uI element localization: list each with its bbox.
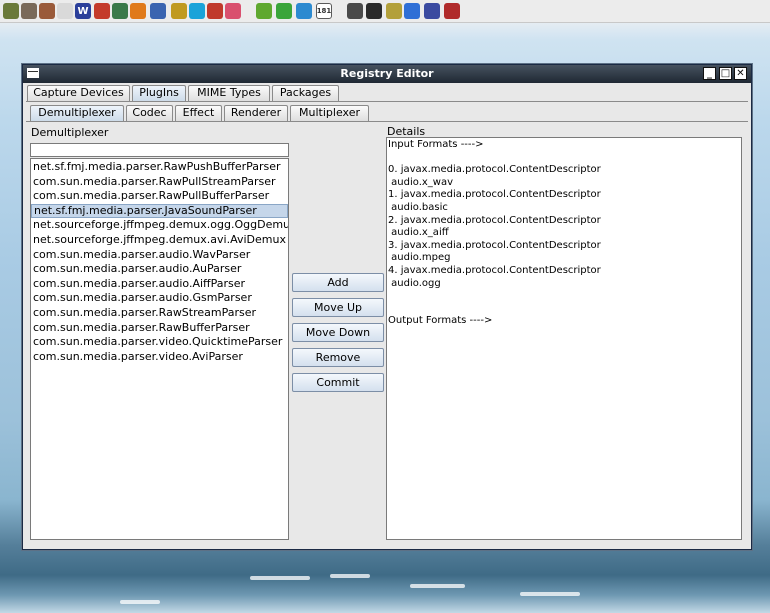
- tab-mime-types[interactable]: MIME Types: [188, 85, 270, 101]
- mail-icon[interactable]: [94, 3, 110, 19]
- skype-icon[interactable]: [189, 3, 205, 19]
- plugin-subtabs: Demultiplexer Codec Effect Renderer Mult…: [27, 105, 747, 121]
- details-line: Output Formats ---->: [388, 315, 493, 327]
- registry-editor-window: Registry Editor _ □ ✕ Capture Devices Pl…: [22, 64, 752, 550]
- text-editor-icon[interactable]: [21, 3, 37, 19]
- demultiplexer-heading: Demultiplexer: [31, 126, 109, 139]
- wave-decoration: [120, 600, 160, 604]
- thunderbird-icon[interactable]: [150, 3, 166, 19]
- lock-icon[interactable]: [347, 3, 363, 19]
- list-item[interactable]: com.sun.media.parser.RawStreamParser: [31, 306, 288, 321]
- close-button[interactable]: ✕: [734, 67, 747, 80]
- details-line: 0. javax.media.protocol.ContentDescripto…: [388, 164, 601, 176]
- tab-codec[interactable]: Codec: [126, 105, 173, 121]
- list-item[interactable]: net.sourceforge.jffmpeg.demux.avi.AviDem…: [31, 233, 288, 248]
- wave-decoration: [410, 584, 465, 588]
- remove-button[interactable]: Remove: [292, 348, 384, 367]
- music-icon[interactable]: [256, 3, 272, 19]
- tab-effect[interactable]: Effect: [175, 105, 222, 121]
- list-item[interactable]: net.sf.fmj.media.parser.JavaSoundParser: [31, 203, 288, 219]
- list-item[interactable]: com.sun.media.parser.video.QuicktimePars…: [31, 335, 288, 350]
- details-line: 3. javax.media.protocol.ContentDescripto…: [388, 239, 601, 251]
- browser-icon[interactable]: [296, 3, 312, 19]
- cd-icon[interactable]: [57, 3, 73, 19]
- taskbar: W 181: [0, 0, 770, 23]
- tab-renderer[interactable]: Renderer: [224, 105, 288, 121]
- firefox-icon[interactable]: [130, 3, 146, 19]
- list-item[interactable]: com.sun.media.parser.video.AviParser: [31, 350, 288, 365]
- chat-icon[interactable]: [225, 3, 241, 19]
- list-item[interactable]: net.sourceforge.jffmpeg.demux.ogg.OggDem…: [31, 218, 288, 233]
- list-item[interactable]: com.sun.media.parser.RawPullStreamParser: [31, 175, 288, 190]
- settings-icon[interactable]: [386, 3, 402, 19]
- maximize-button[interactable]: □: [719, 67, 732, 80]
- list-item[interactable]: com.sun.media.parser.audio.AuParser: [31, 262, 288, 277]
- tab-multiplexer[interactable]: Multiplexer: [290, 105, 369, 121]
- window-title: Registry Editor: [340, 67, 434, 80]
- details-line: audio.mpeg: [388, 252, 451, 264]
- calculator-icon[interactable]: [207, 3, 223, 19]
- details-line: 1. javax.media.protocol.ContentDescripto…: [388, 189, 601, 201]
- tab-plugins[interactable]: PlugIns: [132, 85, 186, 101]
- title-bar[interactable]: Registry Editor _ □ ✕: [23, 65, 751, 83]
- details-line: audio.x_aiff: [388, 227, 449, 239]
- orb-icon[interactable]: [424, 3, 440, 19]
- main-tabs-divider: [26, 101, 748, 102]
- person-icon[interactable]: [171, 3, 187, 19]
- move-down-button[interactable]: Move Down: [292, 323, 384, 342]
- wave-decoration: [330, 574, 370, 578]
- move-up-button[interactable]: Move Up: [292, 298, 384, 317]
- minimize-button[interactable]: _: [703, 67, 716, 80]
- details-line: audio.ogg: [388, 277, 441, 289]
- list-item[interactable]: com.sun.media.parser.RawPullBufferParser: [31, 189, 288, 204]
- demultiplexer-list[interactable]: net.sf.fmj.media.parser.RawPushBufferPar…: [30, 158, 289, 540]
- details-line: 4. javax.media.protocol.ContentDescripto…: [388, 265, 601, 276]
- apple-icon[interactable]: [444, 3, 460, 19]
- list-item[interactable]: com.sun.media.parser.audio.AiffParser: [31, 277, 288, 292]
- details-line: audio.x_wav: [388, 176, 454, 188]
- monitor-icon[interactable]: [404, 3, 420, 19]
- add-button[interactable]: Add: [292, 273, 384, 292]
- main-tabs: Capture Devices PlugIns MIME Types Packa…: [27, 85, 747, 101]
- list-item[interactable]: com.sun.media.parser.audio.WavParser: [31, 248, 288, 263]
- details-line: 2. javax.media.protocol.ContentDescripto…: [388, 214, 601, 226]
- terminal-icon[interactable]: [366, 3, 382, 19]
- calendar-icon[interactable]: 181: [316, 3, 332, 19]
- details-line: audio.basic: [388, 202, 448, 213]
- details-text-area[interactable]: Input Formats ----> 0. javax.media.protoc…: [386, 137, 742, 540]
- filter-input[interactable]: [30, 143, 289, 157]
- word-processor-icon[interactable]: W: [75, 3, 91, 19]
- wave-decoration: [250, 576, 310, 580]
- network-icon[interactable]: [112, 3, 128, 19]
- tab-packages[interactable]: Packages: [272, 85, 339, 101]
- list-item[interactable]: com.sun.media.parser.RawBufferParser: [31, 321, 288, 336]
- list-item[interactable]: net.sf.fmj.media.parser.RawPushBufferPar…: [31, 160, 288, 175]
- tools-icon[interactable]: [39, 3, 55, 19]
- list-item[interactable]: com.sun.media.parser.audio.GsmParser: [31, 291, 288, 306]
- file-manager-icon[interactable]: [3, 3, 19, 19]
- tab-demultiplexer[interactable]: Demultiplexer: [30, 105, 124, 121]
- media-player-icon[interactable]: [276, 3, 292, 19]
- wave-decoration: [520, 592, 580, 596]
- commit-button[interactable]: Commit: [292, 373, 384, 392]
- details-line: Input Formats ---->: [388, 139, 484, 150]
- subtabs-divider: [26, 121, 748, 122]
- tab-capture-devices[interactable]: Capture Devices: [27, 85, 130, 101]
